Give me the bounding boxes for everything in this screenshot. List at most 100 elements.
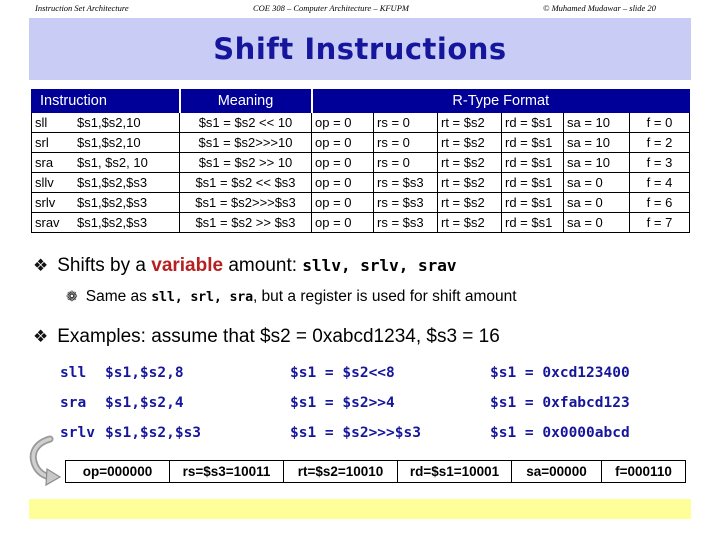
bullet-shifts-code: sllv, srlv, srav [302,256,457,275]
example-row: srlv $s1,$s2,$s3 $s1 = $s2>>>$s3 $s1 = 0x00… [60,418,700,448]
cell-rt: rt = $s2 [437,112,502,133]
cell-mnemonic: srav [35,215,60,230]
bullet-same-as: ❁ Same as sll, srl, sra, but a register … [66,288,517,306]
cell-funct: f = 7 [629,212,690,233]
encoding-field: f=000110 [601,460,686,483]
table-row: srlv $s1,$s2,$s3 $s1 = $s2>>>$s3 op = 0 rs =… [31,192,690,213]
cell-rt: rt = $s2 [437,212,502,233]
cell-rs: rs = $s3 [373,212,438,233]
example-operands: $s1,$s2,$s3 [105,425,202,441]
example-meaning: $s1 = $s2<<8 [290,365,395,381]
example-result: $s1 = 0x0000abcd [490,425,630,441]
cell-rd: rd = $s1 [501,112,564,133]
cell-rt: rt = $s2 [437,172,502,193]
examples-code-block: sll $s1,$s2,8 $s1 = $s2<<8 $s1 = 0xcd123400… [60,358,700,448]
cell-funct: f = 0 [629,112,690,133]
rtype-encoding-table: op=000000 rs=$s3=10011 rt=$s2=10010 rd=$s1=… [65,460,686,483]
column-header-instruction: Instruction [31,89,181,113]
cell-rs: rs = 0 [373,112,438,133]
cell-meaning: $s1 = $s2 >> $s3 [179,212,312,233]
cell-funct: f = 4 [629,172,690,193]
example-row: sra $s1,$s2,4 $s1 = $s2>>4 $s1 = 0xfabcd123 [60,388,700,418]
cell-op: op = 0 [311,112,374,133]
example-meaning: $s1 = $s2>>4 [290,395,395,411]
cell-op: op = 0 [311,212,374,233]
bullet-same-as-code: sll, srl, sra [151,290,253,305]
bullet-shifts-text: Shifts by a variable amount: sllv, srlv,… [57,255,457,276]
cell-sa: sa = 10 [563,112,630,133]
cell-rs: rs = $s3 [373,172,438,193]
example-opcode: sra [60,395,87,411]
column-header-rtype-format: R-Type Format [311,89,690,113]
bullet-examples-text: Examples: assume that $s2 = 0xabcd1234, … [57,326,500,347]
bullet-shifts-variable: ❖ Shifts by a variable amount: sllv, srl… [33,255,457,277]
encoding-field: sa=00000 [511,460,602,483]
cell-instruction: srav $s1,$s2,$s3 [31,212,180,233]
table-row: srl $s1,$s2,10 $s1 = $s2>>>10 op = 0 rs = 0r… [31,132,690,153]
cell-rd: rd = $s1 [501,152,564,173]
cell-operands: $s1, $s2, 10 [77,155,148,170]
encoding-field: rt=$s2=10010 [283,460,398,483]
cell-meaning: $s1 = $s2>>>$s3 [179,192,312,213]
diamond-bullet-icon: ❖ [33,327,49,346]
footer-left-text: Instruction Set Architecture [35,3,129,13]
cell-mnemonic: srl [35,135,49,150]
column-header-meaning: Meaning [179,89,313,113]
highlight-variable: variable [151,255,224,276]
diamond-outline-bullet-icon: ❁ [66,288,78,304]
footer-right-text: © Muhamed Mudawar – slide 20 [543,3,656,13]
cell-rd: rd = $s1 [501,192,564,213]
slide-title-band: Shift Instructions [29,18,691,80]
footer-center-text: COE 308 – Computer Architecture – KFUPM [253,3,409,13]
cell-mnemonic: sra [35,155,54,170]
curved-arrow-icon [29,435,62,487]
cell-operands: $s1,$s2,$s3 [77,175,148,190]
cell-mnemonic: sllv [35,175,54,190]
cell-funct: f = 6 [629,192,690,213]
table-row: sllv $s1,$s2,$s3 $s1 = $s2 << $s3 op = 0 rs … [31,172,690,193]
cell-rs: rs = $s3 [373,192,438,213]
cell-operands: $s1,$s2,10 [77,115,141,130]
cell-mnemonic: srlv [35,195,56,210]
encoding-field: op=000000 [65,460,170,483]
bullet-examples: ❖ Examples: assume that $s2 = 0xabcd1234… [33,326,500,348]
cell-funct: f = 3 [629,152,690,173]
cell-meaning: $s1 = $s2 << 10 [179,112,312,133]
cell-operands: $s1,$s2,$s3 [77,195,148,210]
cell-meaning: $s1 = $s2>>>10 [179,132,312,153]
table-row: sra $s1, $s2, 10 $s1 = $s2 >> 10 op = 0 rs =… [31,152,690,173]
cell-sa: sa = 10 [563,152,630,173]
cell-rd: rd = $s1 [501,172,564,193]
cell-rd: rd = $s1 [501,212,564,233]
cell-rd: rd = $s1 [501,132,564,153]
cell-mnemonic: sll [35,115,48,130]
cell-meaning: $s1 = $s2 << $s3 [179,172,312,193]
cell-rt: rt = $s2 [437,132,502,153]
diamond-bullet-icon: ❖ [33,256,49,275]
cell-funct: f = 2 [629,132,690,153]
table-row: srav $s1,$s2,$s3 $s1 = $s2 >> $s3 op = 0 rs … [31,212,690,233]
cell-instruction: sll $s1,$s2,10 [31,112,180,133]
shift-instructions-table: Instruction Meaning R-Type Format sll $s1… [31,89,690,233]
example-result: $s1 = 0xcd123400 [490,365,630,381]
cell-rt: rt = $s2 [437,192,502,213]
footer-band [29,499,691,519]
cell-operands: $s1,$s2,10 [77,135,141,150]
example-row: sll $s1,$s2,8 $s1 = $s2<<8 $s1 = 0xcd123400 [60,358,700,388]
cell-sa: sa = 0 [563,192,630,213]
cell-op: op = 0 [311,192,374,213]
cell-instruction: srlv $s1,$s2,$s3 [31,192,180,213]
example-meaning: $s1 = $s2>>>$s3 [290,425,421,441]
cell-instruction: sllv $s1,$s2,$s3 [31,172,180,193]
page-title: Shift Instructions [213,32,507,66]
cell-rs: rs = 0 [373,132,438,153]
example-opcode: sll [60,365,87,381]
example-operands: $s1,$s2,4 [105,395,184,411]
cell-op: op = 0 [311,152,374,173]
example-opcode: srlv [60,425,95,441]
encoding-field: rd=$s1=10001 [397,460,512,483]
encoding-row: op=000000 rs=$s3=10011 rt=$s2=10010 rd=$s1=… [65,460,686,483]
cell-sa: sa = 10 [563,132,630,153]
cell-sa: sa = 0 [563,212,630,233]
encoding-field: rs=$s3=10011 [169,460,284,483]
